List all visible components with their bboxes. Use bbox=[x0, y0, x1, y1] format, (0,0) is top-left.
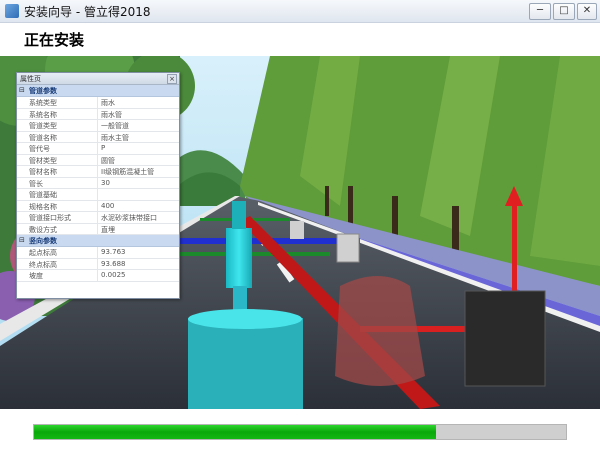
property-row[interactable]: 终点标高 93.688 bbox=[17, 258, 179, 270]
group-vertical-params[interactable]: ⊟ 竖向参数 bbox=[17, 235, 179, 247]
property-key: 坡度 bbox=[29, 272, 43, 280]
property-row[interactable]: 管道名称 雨水主管 bbox=[17, 131, 179, 143]
property-value: 雨水主管 bbox=[101, 133, 129, 142]
property-key: 管道名称 bbox=[29, 133, 57, 142]
property-key: 管代号 bbox=[29, 145, 50, 153]
collapse-icon[interactable]: ⊟ bbox=[19, 86, 25, 94]
property-value: 水泥砂浆抹带接口 bbox=[101, 214, 157, 222]
install-progress-bar bbox=[33, 424, 567, 440]
property-value: 圆管 bbox=[101, 156, 115, 165]
property-value: 400 bbox=[101, 201, 115, 210]
property-key: 敷设方式 bbox=[29, 225, 57, 234]
header: 正在安装 bbox=[0, 23, 600, 56]
property-key: 管道基础 bbox=[29, 191, 57, 199]
group-label: 竖向参数 bbox=[29, 237, 57, 245]
property-row[interactable]: 敷设方式 直埋 bbox=[17, 223, 179, 235]
property-panel: 属性页 × ⊟ 管道参数 系统类型 雨水 系统名称 雨水管 管道类型 一般管道 管道名… bbox=[16, 72, 180, 299]
property-panel-header: 属性页 × bbox=[17, 73, 179, 85]
property-key: 规格名称 bbox=[29, 202, 57, 211]
minimize-button[interactable]: ─ bbox=[529, 3, 551, 20]
progress-fill bbox=[34, 425, 436, 439]
property-row[interactable]: 起点标高 93.763 bbox=[17, 247, 179, 259]
panel-close-button[interactable]: × bbox=[167, 74, 177, 84]
property-key: 终点标高 bbox=[29, 260, 57, 269]
property-row[interactable]: 管材类型 圆管 bbox=[17, 154, 179, 166]
window-title: 安装向导 - 管立得2018 bbox=[24, 5, 151, 19]
property-value: II级钢筋混凝土管 bbox=[101, 168, 155, 176]
property-value: 93.763 bbox=[101, 248, 126, 256]
property-key: 管道类型 bbox=[29, 122, 57, 130]
app-icon bbox=[5, 4, 19, 18]
collapse-icon[interactable]: ⊟ bbox=[19, 236, 25, 244]
property-panel-title: 属性页 bbox=[20, 75, 41, 83]
property-row[interactable]: 管代号 P bbox=[17, 143, 179, 155]
property-value: P bbox=[101, 144, 106, 152]
property-key: 系统类型 bbox=[29, 99, 57, 107]
property-value: 0.0025 bbox=[101, 271, 126, 279]
page-title: 正在安装 bbox=[24, 31, 85, 49]
property-value: 雨水管 bbox=[101, 110, 122, 119]
group-label: 管道参数 bbox=[29, 87, 57, 95]
property-row[interactable]: 管材名称 II级钢筋混凝土管 bbox=[17, 166, 179, 178]
property-value: 直埋 bbox=[101, 225, 115, 234]
property-row[interactable]: 坡度 0.0025 bbox=[17, 270, 179, 282]
property-row[interactable]: 管道基础 bbox=[17, 189, 179, 201]
close-button[interactable]: ✕ bbox=[577, 3, 597, 20]
property-key: 管道接口形式 bbox=[29, 214, 71, 222]
group-pipe-params[interactable]: ⊟ 管道参数 bbox=[17, 85, 179, 97]
title-bar: 安装向导 - 管立得2018 ─ □ ✕ bbox=[0, 0, 600, 23]
property-row[interactable]: 管长 30 bbox=[17, 177, 179, 189]
property-row[interactable]: 管道类型 一般管道 bbox=[17, 120, 179, 132]
property-row[interactable]: 管道接口形式 水泥砂浆抹带接口 bbox=[17, 212, 179, 224]
property-key: 管材类型 bbox=[29, 156, 57, 165]
property-key: 起点标高 bbox=[29, 249, 57, 257]
property-value: 93.688 bbox=[101, 259, 126, 268]
property-row[interactable]: 系统名称 雨水管 bbox=[17, 108, 179, 120]
installation-preview-image: 属性页 × ⊟ 管道参数 系统类型 雨水 系统名称 雨水管 管道类型 一般管道 管道名… bbox=[0, 56, 600, 409]
maximize-button[interactable]: □ bbox=[553, 3, 575, 20]
property-value: 一般管道 bbox=[101, 122, 129, 130]
property-value: 30 bbox=[101, 178, 110, 187]
property-key: 管长 bbox=[29, 179, 43, 188]
property-key: 系统名称 bbox=[29, 110, 57, 119]
property-value: 雨水 bbox=[101, 99, 115, 107]
property-row[interactable]: 系统类型 雨水 bbox=[17, 97, 179, 109]
property-row[interactable]: 规格名称 400 bbox=[17, 200, 179, 212]
property-key: 管材名称 bbox=[29, 168, 57, 176]
